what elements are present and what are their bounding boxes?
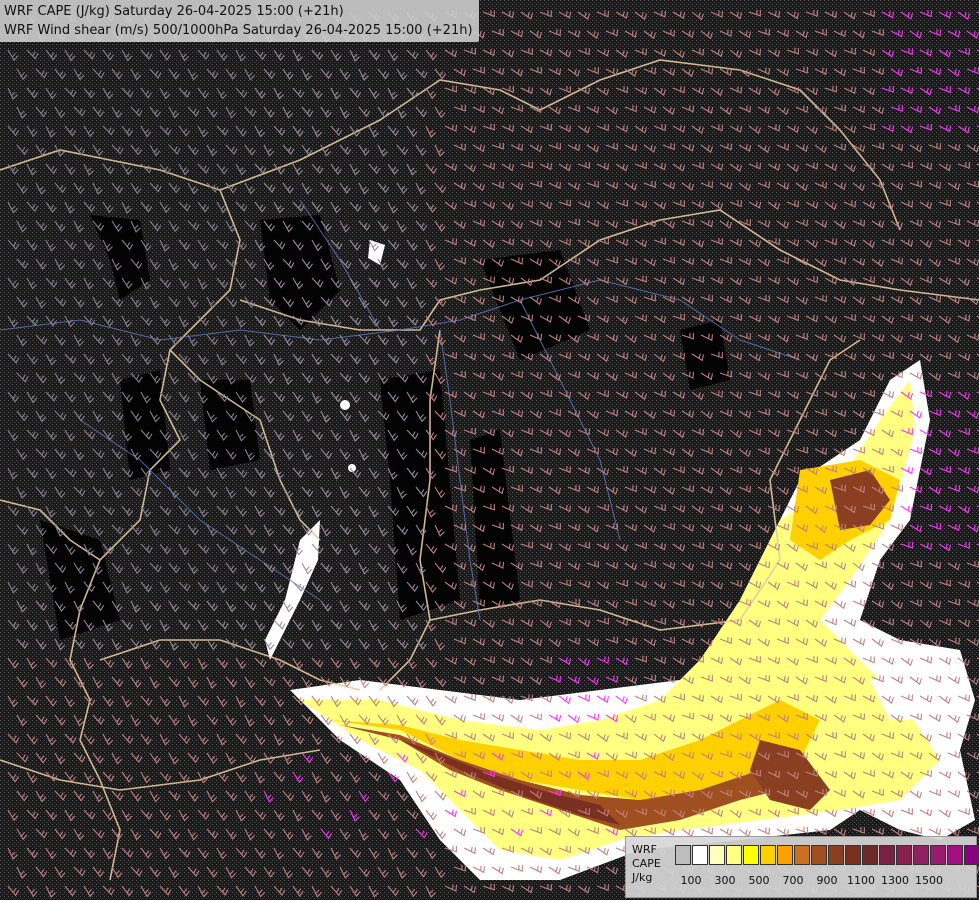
legend-swatch [896,845,912,865]
shear-title: WRF Wind shear (m/s) 500/1000hPa Saturda… [4,23,473,38]
legend-swatch [794,845,810,865]
cape-shear-map [0,0,979,900]
legend-swatch [726,845,742,865]
legend-field-label: CAPE [632,857,661,870]
legend-tick-label: 900 [816,874,838,887]
legend-tick-label: 500 [748,874,770,887]
legend-swatch [760,845,776,865]
legend-labels: WRF CAPE J/kg [632,843,661,885]
legend-swatch [845,845,861,865]
legend-tick-label: 300 [714,874,736,887]
legend-swatch [675,845,691,865]
legend-swatch [930,845,946,865]
legend-model-label: WRF [632,843,657,856]
legend-ticks: 100 300 500 700 900 1100 1300 1500 [675,874,975,888]
legend-swatch [879,845,895,865]
legend-swatch [913,845,929,865]
cape-legend: WRF CAPE J/kg 100 300 500 700 900 1100 1300 150… [625,836,979,898]
legend-tick-label: 700 [782,874,804,887]
legend-tick-label: 100 [680,874,702,887]
legend-swatch [964,845,979,865]
legend-tick-label: 1500 [915,874,943,887]
legend-swatch [862,845,878,865]
legend-swatch [692,845,708,865]
legend-tick-label: 1100 [847,874,875,887]
legend-swatch [743,845,759,865]
legend-tick-label: 1300 [881,874,909,887]
legend-swatch [828,845,844,865]
legend-swatch [811,845,827,865]
legend-unit-label: J/kg [632,871,653,884]
cape-title: WRF CAPE (J/kg) Saturday 26-04-2025 15:0… [4,4,344,19]
legend-swatch [947,845,963,865]
legend-swatch [709,845,725,865]
map-title-box: WRF CAPE (J/kg) Saturday 26-04-2025 15:0… [0,0,479,42]
legend-swatch [777,845,793,865]
legend-swatches [675,845,979,865]
